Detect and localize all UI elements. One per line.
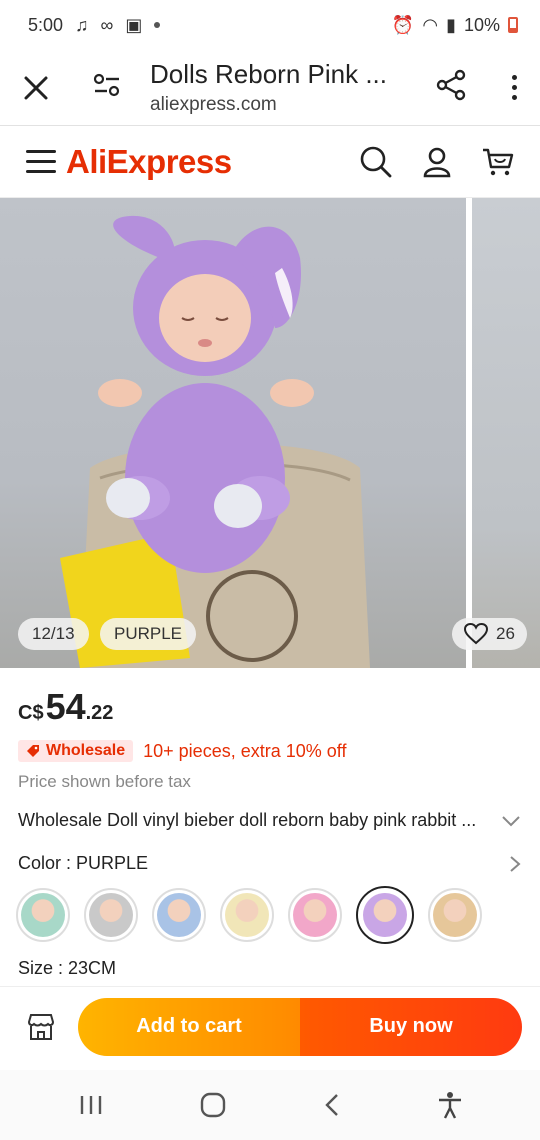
alarm-icon: ⏰ [391, 14, 415, 35]
voicemail-icon: ∞ [100, 14, 114, 35]
action-bar: Add to cart Buy now [0, 986, 540, 1066]
more-options-button[interactable] [504, 75, 524, 100]
battery-icon [508, 17, 518, 33]
wholesale-badge-label: Wholesale [46, 742, 126, 759]
swatch-thumbnail [89, 893, 133, 937]
signal-icon: ▮ [446, 14, 456, 35]
next-image-preview[interactable] [472, 198, 540, 668]
accessibility-icon[interactable] [437, 1091, 463, 1119]
more-notifications-icon [154, 22, 161, 28]
tag-icon [27, 745, 39, 757]
color-label: Color : PURPLE [18, 853, 149, 873]
heart-icon [464, 623, 488, 645]
aliexpress-logo[interactable]: AliExpress [66, 143, 232, 181]
swatch-thumbnail [293, 893, 337, 937]
status-time: 5:00 [28, 14, 64, 35]
wholesale-deal: 10+ pieces, extra 10% off [143, 740, 347, 761]
color-selector-row[interactable]: Color : PURPLE [0, 831, 540, 874]
color-swatch[interactable] [16, 888, 70, 942]
battery-percent: 10% [463, 14, 500, 35]
product-title: Wholesale Doll vinyl bieber doll reborn … [18, 810, 477, 830]
page-url: aliexpress.com [150, 94, 277, 115]
wifi-icon: ◠ [422, 14, 439, 35]
color-swatch[interactable] [356, 886, 414, 944]
purchase-buttons: Add to cart Buy now [78, 997, 522, 1056]
chevron-right-icon [510, 855, 521, 872]
close-icon [24, 76, 48, 99]
site-settings-button[interactable] [92, 72, 132, 103]
wishlist-count: 26 [496, 624, 515, 643]
color-swatches [0, 874, 540, 944]
wholesale-badge: Wholesale [18, 740, 134, 762]
account-icon[interactable] [422, 146, 452, 178]
site-header: AliExpress [0, 126, 540, 198]
home-icon[interactable] [199, 1091, 227, 1119]
doll-image [60, 215, 370, 668]
color-swatch[interactable] [152, 888, 206, 942]
color-swatch[interactable] [84, 888, 138, 942]
more-icon-dot [511, 75, 517, 80]
color-swatch[interactable] [428, 888, 482, 942]
chevron-down-icon [502, 815, 520, 826]
image-counter: 12/13 [18, 618, 89, 650]
swatch-thumbnail [21, 893, 65, 937]
hamburger-icon [26, 170, 56, 173]
wishlist-button[interactable]: 26 [452, 618, 527, 650]
app-icon: ▣ [125, 14, 143, 35]
page-title-block[interactable]: Dolls Reborn Pink ... aliexpress.com [150, 59, 436, 116]
wholesale-promo: Wholesale 10+ pieces, extra 10% off [0, 728, 540, 762]
price-currency: C$ [18, 702, 44, 724]
buy-now-button[interactable]: Buy now [300, 997, 522, 1056]
recent-apps-icon[interactable] [78, 1093, 104, 1117]
hamburger-icon [26, 150, 56, 153]
swatch-thumbnail [157, 893, 201, 937]
swatch-thumbnail [433, 893, 477, 937]
more-icon-dot [511, 95, 517, 100]
share-button[interactable] [436, 69, 476, 106]
hamburger-icon [26, 160, 56, 163]
product-image[interactable] [0, 198, 466, 668]
status-bar: 5:00 ♫ ∞ ▣ ⏰ ◠ ▮ 10% [0, 0, 540, 50]
back-icon[interactable] [322, 1092, 342, 1118]
browser-toolbar: Dolls Reborn Pink ... aliexpress.com [0, 50, 540, 126]
search-icon[interactable] [360, 146, 392, 178]
cart-icon[interactable] [482, 147, 514, 177]
notification-icon: ♫ [75, 14, 89, 35]
menu-button[interactable] [26, 150, 56, 173]
price-decimal: .22 [85, 702, 114, 724]
page-title: Dolls Reborn Pink ... [150, 59, 387, 89]
share-icon [436, 69, 466, 101]
close-tab-button[interactable] [18, 70, 54, 106]
tax-note: Price shown before tax [18, 772, 191, 791]
store-icon[interactable] [26, 1012, 56, 1042]
price-integer: 54 [45, 686, 86, 727]
system-nav-bar [0, 1070, 540, 1140]
image-variant-label: PURPLE [100, 618, 197, 650]
size-label[interactable]: Size : 23CM [0, 944, 540, 979]
product-gallery[interactable]: 12/13 PURPLE 26 [0, 198, 540, 668]
add-to-cart-button[interactable]: Add to cart [78, 997, 300, 1056]
product-title-row[interactable]: Wholesale Doll vinyl bieber doll reborn … [0, 792, 540, 831]
tune-icon [93, 73, 120, 97]
swatch-thumbnail [225, 893, 269, 937]
color-swatch[interactable] [220, 888, 274, 942]
price: C$ 54 .22 [0, 668, 540, 728]
more-icon-dot [511, 85, 517, 90]
color-swatch[interactable] [288, 888, 342, 942]
swatch-thumbnail [363, 893, 407, 937]
